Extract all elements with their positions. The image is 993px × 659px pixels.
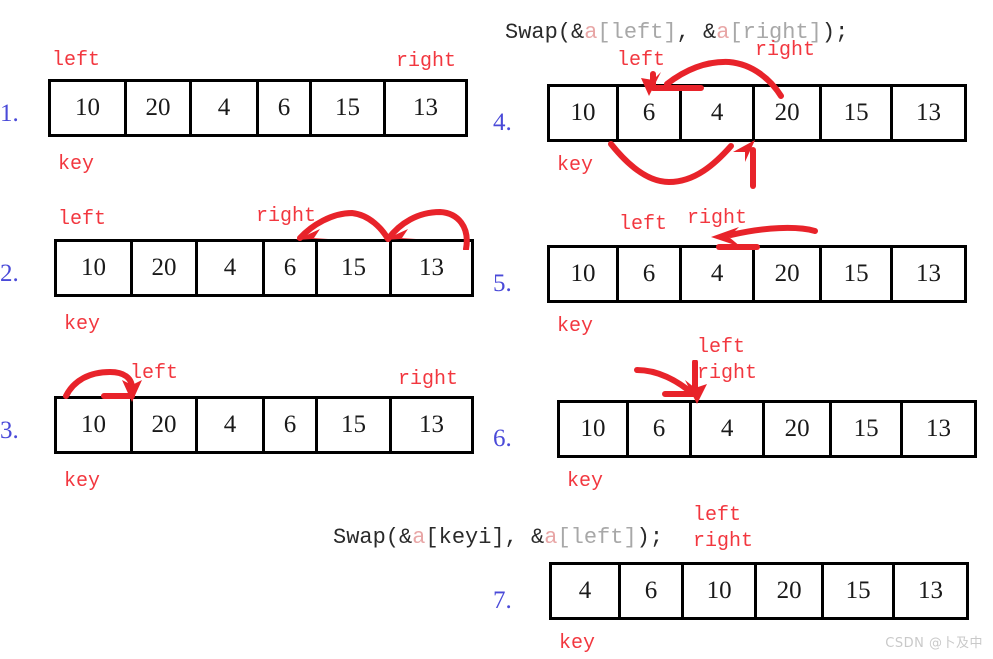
label-left: left bbox=[619, 213, 668, 236]
array-cell: 10 bbox=[57, 242, 133, 294]
array-cell: 13 bbox=[413, 94, 438, 121]
array-row: 10 20 4 6 15 13 bbox=[54, 239, 474, 297]
step-number: 7. bbox=[493, 587, 512, 614]
array-cell: 10 bbox=[57, 399, 133, 451]
label-key: key bbox=[557, 154, 594, 177]
array-cell: 6 bbox=[619, 87, 683, 139]
label-right: right bbox=[396, 50, 457, 73]
label-left: left bbox=[58, 208, 107, 231]
array-cell: 15 bbox=[318, 242, 392, 294]
label-key: key bbox=[58, 153, 95, 176]
array-cell: 4 bbox=[198, 399, 265, 451]
code-var: a bbox=[584, 20, 598, 45]
array-cell: 13 bbox=[926, 415, 952, 442]
array-cell: 13 bbox=[916, 260, 942, 287]
label-right: right bbox=[755, 39, 816, 62]
array-cell: 15 bbox=[822, 248, 894, 300]
label-left: left bbox=[697, 336, 746, 359]
label-key: key bbox=[557, 315, 594, 338]
label-right: right bbox=[697, 362, 758, 385]
csdn-watermark: CSDN @卜及中 bbox=[885, 636, 983, 651]
quicksort-illustration: 1. left right 10 20 4 6 15 13 key 2. lef… bbox=[0, 0, 993, 659]
array-cell: 6 bbox=[265, 399, 318, 451]
array-row: 10 6 4 20 15 13 bbox=[547, 245, 967, 303]
array-cell: 4 bbox=[552, 565, 621, 617]
code-index: [left] bbox=[597, 20, 677, 45]
label-key: key bbox=[559, 632, 596, 655]
code-prefix: Swap(& bbox=[505, 20, 585, 45]
label-left: left bbox=[130, 362, 179, 385]
array-row: 10 20 4 6 15 13 bbox=[54, 396, 474, 454]
array-cell: 4 bbox=[682, 87, 756, 139]
array-cell: 15 bbox=[318, 399, 392, 451]
array-cell: 10 bbox=[560, 403, 629, 455]
array-cell: 6 bbox=[265, 242, 318, 294]
label-left: left bbox=[52, 49, 101, 72]
array-cell: 10 bbox=[550, 248, 619, 300]
array-cell: 4 bbox=[682, 248, 756, 300]
array-cell: 13 bbox=[916, 99, 942, 126]
array-cell: 20 bbox=[755, 248, 823, 300]
array-cell: 15 bbox=[824, 565, 896, 617]
code-middle: , & bbox=[676, 20, 717, 45]
label-left: left bbox=[693, 504, 742, 527]
code-prefix: Swap(& bbox=[333, 525, 413, 550]
label-key: key bbox=[64, 470, 101, 493]
array-cell: 15 bbox=[312, 82, 386, 134]
array-cell: 20 bbox=[133, 242, 198, 294]
array-row: 10 6 4 20 15 13 bbox=[557, 400, 977, 458]
array-cell: 15 bbox=[822, 87, 894, 139]
array-cell: 20 bbox=[765, 403, 833, 455]
array-cell: 6 bbox=[259, 82, 312, 134]
code-swap-keyi-left: Swap(&a[keyi], &a[left]); bbox=[333, 527, 663, 549]
array-cell: 13 bbox=[419, 411, 444, 438]
code-suffix: ); bbox=[636, 525, 664, 550]
step-number: 1. bbox=[0, 100, 19, 127]
code-index: [keyi] bbox=[425, 525, 505, 550]
array-cell: 13 bbox=[419, 254, 444, 281]
array-row: 4 6 10 20 15 13 bbox=[549, 562, 969, 620]
code-middle: , & bbox=[504, 525, 545, 550]
array-row: 10 6 4 20 15 13 bbox=[547, 84, 967, 142]
array-cell: 20 bbox=[755, 87, 823, 139]
swap-arc-below-ink bbox=[608, 140, 756, 189]
array-cell: 20 bbox=[127, 82, 192, 134]
array-cell: 4 bbox=[192, 82, 259, 134]
label-right: right bbox=[256, 205, 317, 228]
array-cell: 10 bbox=[684, 565, 758, 617]
step-number: 2. bbox=[0, 260, 19, 287]
array-cell: 20 bbox=[757, 565, 825, 617]
step-number: 4. bbox=[493, 109, 512, 136]
label-right: right bbox=[398, 368, 459, 391]
label-key: key bbox=[567, 470, 604, 493]
array-cell: 6 bbox=[629, 403, 693, 455]
array-cell: 20 bbox=[133, 399, 198, 451]
array-cell: 15 bbox=[832, 403, 904, 455]
label-right: right bbox=[693, 530, 754, 553]
array-cell: 10 bbox=[550, 87, 619, 139]
label-key: key bbox=[64, 313, 101, 336]
step-number: 5. bbox=[493, 270, 512, 297]
label-left: left bbox=[617, 49, 666, 72]
code-index: [left] bbox=[557, 525, 637, 550]
array-row: 10 20 4 6 15 13 bbox=[48, 79, 468, 137]
step-number: 3. bbox=[0, 417, 19, 444]
array-cell: 10 bbox=[51, 82, 127, 134]
array-cell: 13 bbox=[918, 577, 944, 604]
array-cell: 4 bbox=[692, 403, 766, 455]
step-number: 6. bbox=[493, 425, 512, 452]
array-cell: 6 bbox=[619, 248, 683, 300]
code-var: a bbox=[544, 525, 558, 550]
array-cell: 6 bbox=[621, 565, 685, 617]
code-var: a bbox=[412, 525, 426, 550]
array-cell: 4 bbox=[198, 242, 265, 294]
label-right: right bbox=[687, 207, 748, 230]
code-var: a bbox=[716, 20, 730, 45]
code-suffix: ); bbox=[821, 20, 849, 45]
